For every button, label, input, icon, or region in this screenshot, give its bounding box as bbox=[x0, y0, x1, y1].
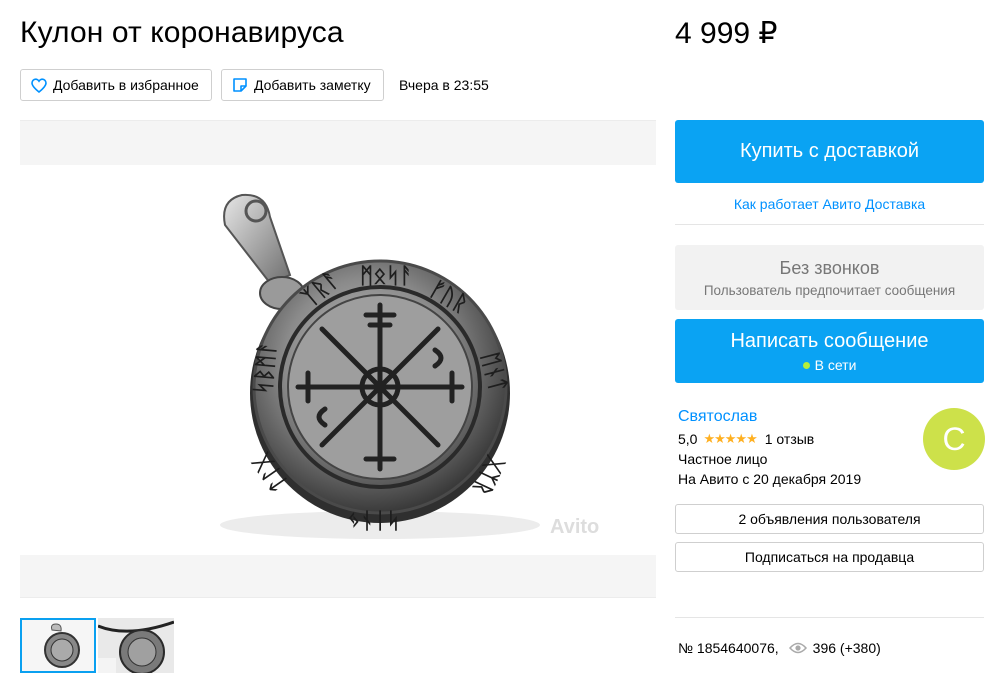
buy-with-delivery-button[interactable]: Купить с доставкой bbox=[675, 120, 984, 183]
divider bbox=[675, 617, 984, 618]
thumbnail-image bbox=[98, 618, 174, 673]
note-icon bbox=[233, 78, 247, 92]
top-nav-remnant bbox=[0, 0, 1005, 6]
add-note-button[interactable]: Добавить заметку bbox=[221, 69, 384, 101]
item-meta: № 1854640076, 396 (+380) bbox=[678, 640, 881, 656]
avito-logo-icon: Avito bbox=[550, 516, 600, 538]
seller-type: Частное лицо bbox=[678, 451, 768, 467]
seller-ads-button[interactable]: 2 объявления пользователя bbox=[675, 504, 984, 534]
add-note-label: Добавить заметку bbox=[254, 77, 371, 93]
posted-time: Вчера в 23:55 bbox=[399, 77, 489, 93]
svg-text:ᛋᛁᚾᛃ: ᛋᛁᚾᛃ bbox=[347, 507, 400, 532]
svg-text:ᛋᛒᛗᚨ: ᛋᛒᛗᚨ bbox=[251, 341, 281, 396]
seller-since: На Авито с 20 декабря 2019 bbox=[678, 471, 862, 487]
subscribe-seller-button[interactable]: Подписаться на продавца bbox=[675, 542, 984, 572]
gallery-thumbnail[interactable] bbox=[20, 618, 96, 673]
item-number: № 1854640076, bbox=[678, 640, 779, 656]
divider bbox=[675, 224, 984, 225]
no-calls-notice: Без звонков Пользователь предпочитает со… bbox=[675, 245, 984, 310]
heart-icon bbox=[31, 77, 47, 93]
avatar[interactable]: С bbox=[923, 408, 985, 470]
add-to-favorites-label: Добавить в избранное bbox=[53, 77, 199, 93]
no-calls-subtitle: Пользователь предпочитает сообщения bbox=[703, 283, 956, 298]
online-status-label: В сети bbox=[814, 357, 857, 373]
add-to-favorites-button[interactable]: Добавить в избранное bbox=[20, 69, 212, 101]
rating-stars-icon: ★★★★★ bbox=[703, 431, 757, 446]
online-dot-icon bbox=[802, 361, 810, 369]
seller-rating: 5,0 ★★★★★ 1 отзыв bbox=[678, 431, 814, 447]
reviews-link[interactable]: 1 отзыв bbox=[765, 431, 815, 447]
thumbnail-image bbox=[22, 620, 94, 671]
seller-name-link[interactable]: Святослав bbox=[678, 408, 757, 426]
write-message-label: Написать сообщение bbox=[730, 330, 929, 352]
gallery-thumbnail[interactable] bbox=[98, 618, 174, 673]
online-status: В сети bbox=[675, 357, 984, 373]
page-title: Кулон от коронавируса bbox=[20, 16, 344, 49]
main-photo[interactable]: ᛉᚱᚨ ᛗᛟᛋᚨ ᚠᚢᚱ ᛖᚾᛏ ᚷᛉᚱ ᛋᛁᚾᛃ ᛏᛚᚷ ᛋᛒᛗᚨ Avito bbox=[20, 120, 656, 598]
rating-value: 5,0 bbox=[678, 431, 698, 447]
write-message-button[interactable]: Написать сообщение В сети bbox=[675, 319, 984, 383]
svg-text:ᛗᛟᛋᚨ: ᛗᛟᛋᚨ bbox=[360, 264, 413, 289]
no-calls-title: Без звонков bbox=[779, 258, 880, 278]
pendant-image: ᛉᚱᚨ ᛗᛟᛋᚨ ᚠᚢᚱ ᛖᚾᛏ ᚷᛉᚱ ᛋᛁᚾᛃ ᛏᛚᚷ ᛋᛒᛗᚨ bbox=[220, 193, 540, 539]
view-count: 396 (+380) bbox=[812, 640, 881, 656]
item-price: 4 999 ₽ bbox=[675, 17, 778, 50]
delivery-info-link[interactable]: Как работает Авито Доставка bbox=[675, 196, 984, 212]
eye-icon bbox=[788, 642, 807, 654]
